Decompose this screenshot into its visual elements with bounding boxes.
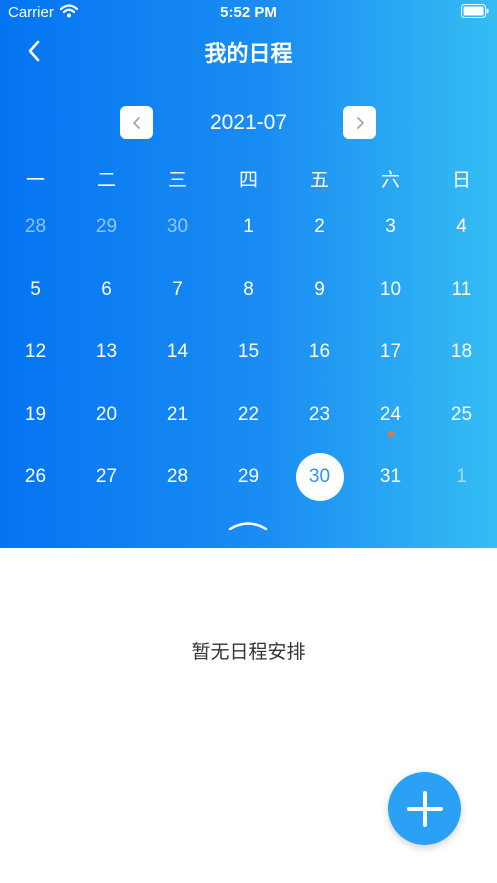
weekday-label: 二 [96,170,116,191]
calendar-week-row: 19 20 21 22 23 24 25 [0,384,497,447]
calendar-day[interactable]: 30 [142,196,213,259]
day-number: 3 [385,216,396,238]
calendar-day-selected[interactable]: 30 [284,446,355,509]
calendar-day[interactable]: 4 [426,196,497,259]
day-number: 28 [24,216,47,238]
day-number: 11 [451,278,472,300]
status-bar: Carrier 5:52 PM [0,0,497,26]
calendar-day[interactable]: 1 [213,196,284,259]
weekday-label: 五 [309,170,329,191]
status-time: 5:52 PM [220,4,277,21]
day-number: 2 [314,216,325,238]
calendar-day[interactable]: 16 [284,321,355,384]
day-number: 17 [379,341,402,363]
battery-icon [461,4,489,18]
calendar-day[interactable]: 9 [284,259,355,322]
calendar-day[interactable]: 25 [426,384,497,447]
day-number: 29 [237,466,260,488]
day-number: 8 [243,278,254,300]
day-number: 1 [243,216,254,238]
day-number: 10 [379,278,402,300]
next-month-button[interactable] [343,106,376,139]
calendar-day[interactable]: 17 [355,321,426,384]
calendar-week-row: 5 6 7 8 9 10 11 [0,259,497,322]
calendar-day[interactable]: 27 [71,446,142,509]
calendar-day[interactable]: 15 [213,321,284,384]
calendar-day[interactable]: 23 [284,384,355,447]
month-label: 2021-07 [209,111,288,134]
day-number: 30 [308,466,331,488]
day-number: 15 [237,341,260,363]
day-number: 18 [450,341,473,363]
calendar-day[interactable]: 2 [284,196,355,259]
calendar-week-row: 12 13 14 15 16 17 18 [0,321,497,384]
day-number: 20 [95,403,118,425]
calendar-day[interactable]: 3 [355,196,426,259]
calendar-day[interactable]: 19 [0,384,71,447]
calendar-day[interactable]: 28 [0,196,71,259]
calendar-day[interactable]: 26 [0,446,71,509]
plus-icon [406,790,443,827]
calendar-day[interactable]: 24 [355,384,426,447]
calendar-day[interactable]: 18 [426,321,497,384]
calendar-day[interactable]: 6 [71,259,142,322]
calendar-day[interactable]: 29 [71,196,142,259]
day-number: 13 [95,341,118,363]
day-number: 5 [30,278,41,300]
weekday-label: 四 [238,170,258,191]
collapse-calendar-button[interactable] [226,516,270,534]
day-number: 22 [237,403,260,425]
event-dot [387,430,394,437]
calendar-day[interactable]: 5 [0,259,71,322]
month-switcher: 2021-07 [0,106,497,140]
day-number: 19 [24,403,47,425]
day-number: 12 [24,341,47,363]
calendar-day[interactable]: 20 [71,384,142,447]
page-title: 我的日程 [204,41,293,66]
day-number: 21 [166,403,189,425]
day-number: 23 [308,403,331,425]
calendar-day[interactable]: 22 [213,384,284,447]
calendar-day[interactable]: 10 [355,259,426,322]
weekday-label: 三 [167,170,187,191]
calendar-header: Carrier 5:52 PM 我的日程 20 21-07 一 二 三 四 五 六… [0,0,497,548]
weekday-label: 六 [380,170,400,191]
day-number: 30 [166,216,189,238]
day-number: 14 [166,341,189,363]
day-number: 28 [166,466,189,488]
calendar-week-row: 26 27 28 29 30 31 1 [0,446,497,509]
day-number: 16 [308,341,331,363]
calendar-day[interactable]: 11 [426,259,497,322]
calendar-week-row: 28 29 30 1 2 3 4 [0,196,497,259]
empty-schedule-message: 暂无日程安排 [191,642,306,663]
calendar-day[interactable]: 1 [426,446,497,509]
day-number: 27 [95,466,118,488]
day-number: 31 [379,466,402,488]
calendar-grid: 28 29 30 1 2 3 4 5 6 7 8 9 10 11 12 13 14 15 16 17 18 19 20 21 2… [0,196,497,509]
weekday-label: 一 [25,170,45,191]
calendar-day[interactable]: 29 [213,446,284,509]
add-schedule-button[interactable] [388,772,461,845]
calendar-day[interactable]: 7 [142,259,213,322]
calendar-day[interactable]: 14 [142,321,213,384]
calendar-day[interactable]: 31 [355,446,426,509]
day-number: 4 [456,216,467,238]
day-number: 26 [24,466,47,488]
day-number: 29 [95,216,118,238]
chevron-up-icon [228,522,268,531]
day-number: 7 [172,278,183,300]
day-number: 9 [314,278,325,300]
calendar-day[interactable]: 28 [142,446,213,509]
day-number: 1 [456,466,467,488]
calendar-day[interactable]: 13 [71,321,142,384]
day-number: 24 [379,403,402,425]
day-number: 25 [450,403,473,425]
day-number: 6 [101,278,112,300]
calendar-day[interactable]: 12 [0,321,71,384]
weekday-label: 日 [451,170,471,191]
chevron-right-icon [356,116,364,129]
calendar-day[interactable]: 8 [213,259,284,322]
calendar-day[interactable]: 21 [142,384,213,447]
weekday-header: 一 二 三 四 五 六 日 [0,165,497,191]
